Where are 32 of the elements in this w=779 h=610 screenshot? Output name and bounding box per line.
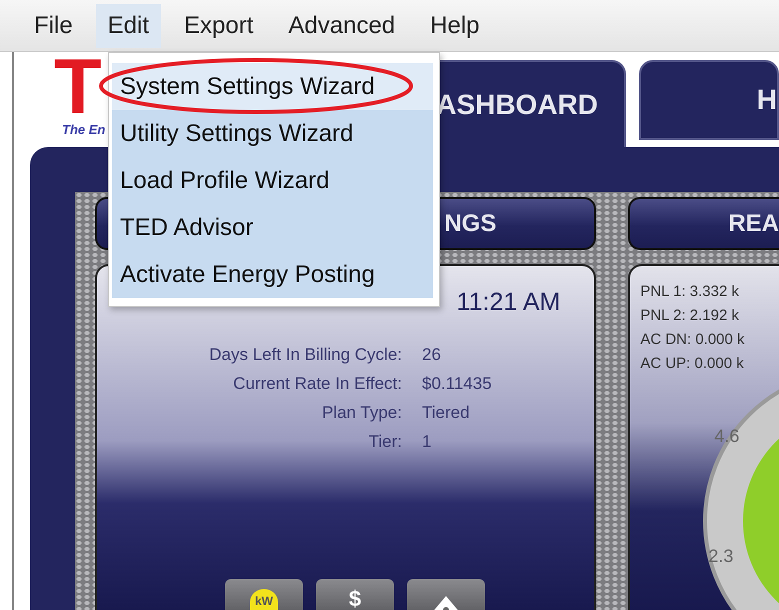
- reading-text: PNL 2: 2.192 k: [640, 306, 740, 326]
- time-text: 11:21 AM: [456, 288, 560, 317]
- menu-option[interactable]: Load Profile Wizard: [112, 157, 433, 204]
- gauge-label: 2.3: [708, 546, 734, 567]
- gauge-label: 4.6: [714, 426, 740, 447]
- section-header: REA: [628, 197, 779, 250]
- info-label: Plan Type:: [320, 403, 402, 423]
- reading-text: AC DN: 0.000 k: [640, 330, 746, 350]
- menu-option[interactable]: System Settings Wizard: [112, 63, 433, 110]
- reading-text: AC UP: 0.000 k: [640, 354, 745, 374]
- menu-option[interactable]: TED Advisor: [112, 204, 433, 251]
- info-label: Current Rate In Effect:: [232, 374, 402, 394]
- menu-item[interactable]: Help: [418, 4, 492, 48]
- menu-item[interactable]: File: [22, 4, 85, 48]
- info-label: Tier:: [368, 432, 402, 452]
- kw-button[interactable]: kW: [225, 579, 303, 610]
- info-value: $0.11435: [422, 374, 493, 394]
- menu-item[interactable]: Advanced: [276, 4, 408, 48]
- menu-item[interactable]: Edit: [96, 4, 162, 48]
- info-value: 26: [422, 345, 442, 365]
- info-label: Days Left In Billing Cycle:: [208, 345, 402, 365]
- info-value: Tiered: [422, 403, 471, 423]
- menu-item[interactable]: Export: [172, 4, 266, 48]
- menu-option[interactable]: Activate Energy Posting: [112, 251, 433, 298]
- logo-tagline: The En: [62, 122, 106, 137]
- tab[interactable]: H: [639, 60, 779, 140]
- reading-text: PNL 1: 3.332 k: [640, 282, 740, 302]
- menu-option[interactable]: Utility Settings Wizard: [112, 110, 433, 157]
- home-button[interactable]: [407, 579, 485, 610]
- cost-button[interactable]: $: [316, 579, 394, 610]
- logo-mark: T: [54, 56, 102, 116]
- info-value: 1: [422, 432, 432, 452]
